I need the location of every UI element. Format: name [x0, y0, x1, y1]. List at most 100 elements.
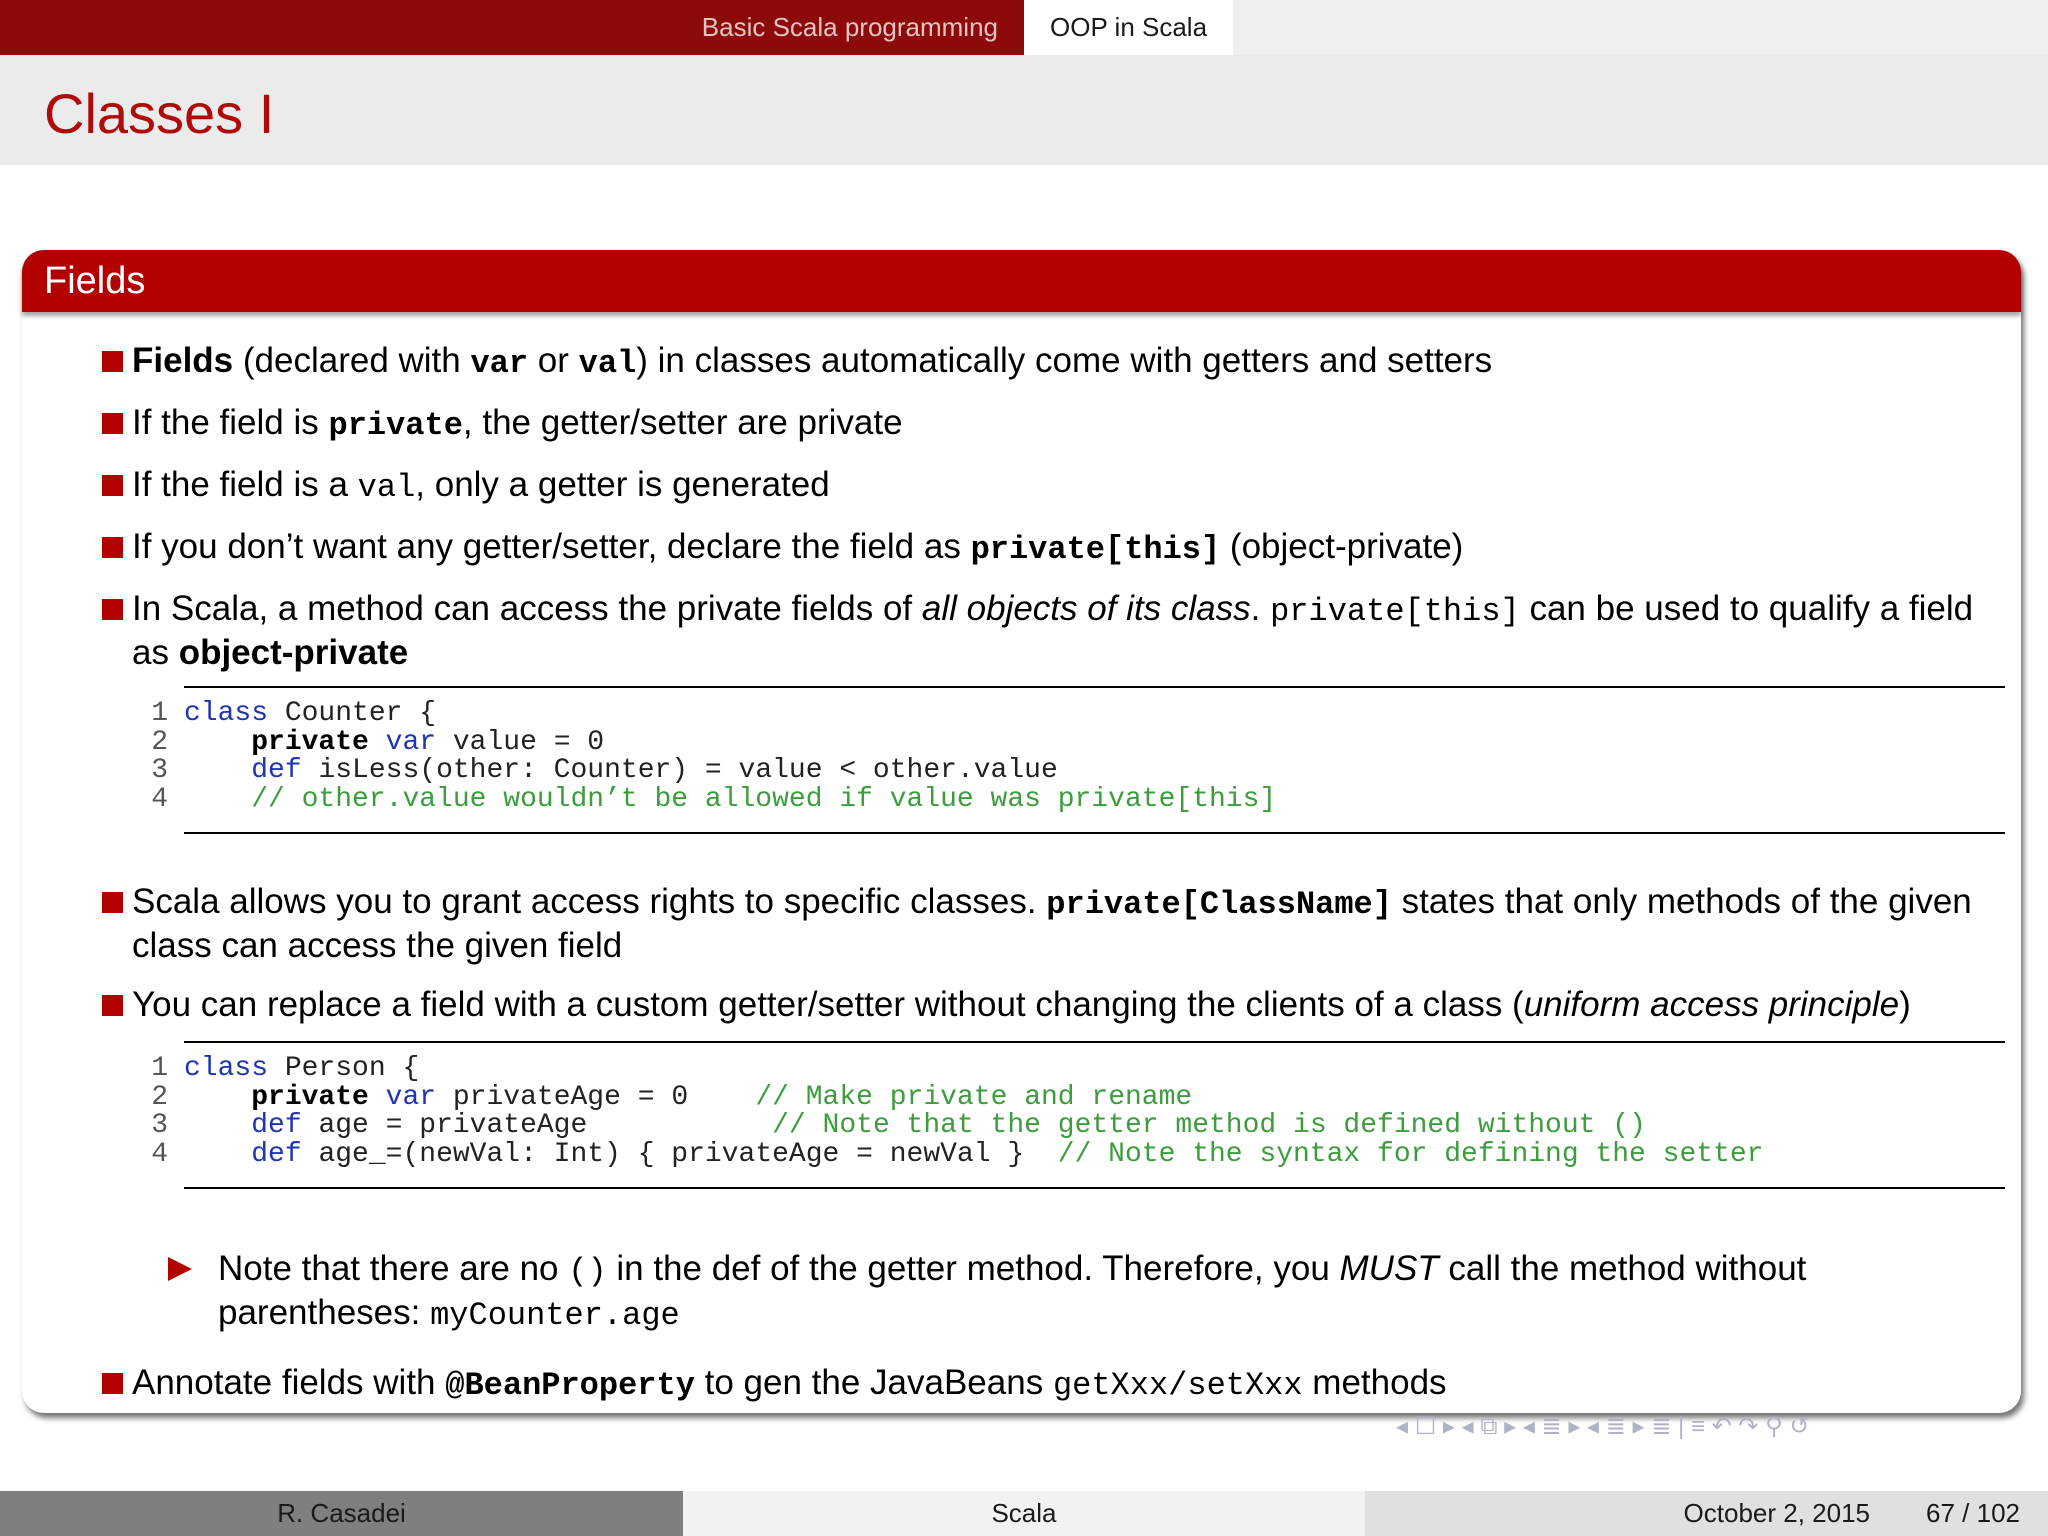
- item-text: Annotate fields with: [132, 1363, 446, 1402]
- frame-title: Classes I: [44, 82, 275, 145]
- item-code: private[this]: [1270, 593, 1520, 630]
- nav-left-panel: Basic Scala programming: [0, 0, 1024, 55]
- item-text: , the getter/setter are private: [462, 403, 903, 442]
- item-text: to gen the JavaBeans: [694, 1363, 1053, 1402]
- nav-section-basic-scala[interactable]: Basic Scala programming: [676, 0, 1024, 55]
- code-listing-counter: 1 class Counter { 2 private var value = 0…: [151, 686, 2005, 834]
- code-keyword: var: [385, 726, 437, 758]
- fields-block: Fields Fields (declared with var or val)…: [22, 250, 2021, 1413]
- footer: R. Casadei Scala October 2, 2015 67 / 10…: [0, 1491, 2048, 1536]
- code-line: 4 // other.value wouldn’t be allowed if …: [151, 783, 2005, 815]
- list-item: Annotate fields with @BeanProperty to ge…: [102, 1362, 2002, 1406]
- item-code: private[ClassName]: [1046, 886, 1392, 923]
- code-text: age_=(newVal: Int) { privateAge = newVal…: [301, 1138, 1058, 1170]
- code-text: Person {: [268, 1053, 420, 1084]
- code-comment: // Note that the getter method is define…: [772, 1110, 1646, 1141]
- item-text: Note that there are no: [218, 1249, 569, 1288]
- code-keyword: def: [251, 1110, 302, 1141]
- footer-date-page: October 2, 2015 67 / 102: [1365, 1491, 2048, 1536]
- item-code: private: [328, 407, 463, 444]
- item-text: Scala allows you to grant access rights …: [132, 882, 1047, 921]
- item-text: methods: [1302, 1363, 1447, 1402]
- item-italic: all objects of its class: [921, 589, 1251, 628]
- list-item: In Scala, a method can access the privat…: [102, 588, 2002, 673]
- section-navigation: Basic Scala programming OOP in Scala: [0, 0, 2048, 55]
- item-code: myCounter.age: [430, 1297, 680, 1334]
- code-text: isLess(other: Counter) = value < other.v…: [301, 755, 1058, 786]
- code-comment: // Make private and rename: [755, 1081, 1193, 1113]
- footer-page-number: 67 / 102: [1926, 1498, 2020, 1528]
- code-line: 2 private var value = 0: [151, 726, 2005, 758]
- code-keyword: var: [385, 1081, 437, 1113]
- item-text: If the field is a: [132, 465, 358, 504]
- bullet-square-icon: [102, 475, 123, 496]
- bullet-square-icon: [102, 351, 123, 372]
- line-number: 4: [151, 1138, 168, 1170]
- line-number: 3: [151, 755, 168, 786]
- bullet-square-icon: [102, 537, 123, 558]
- code-line: 3 def isLess(other: Counter) = value < o…: [151, 755, 2005, 786]
- bullet-square-icon: [102, 995, 123, 1016]
- code-text: value = 0: [436, 726, 605, 758]
- footer-date: October 2, 2015: [1683, 1498, 1871, 1528]
- footer-title: Scala: [683, 1491, 1365, 1536]
- code-line: 4 def age_=(newVal: Int) { privateAge = …: [151, 1138, 2005, 1170]
- footer-author: R. Casadei: [0, 1491, 683, 1536]
- item-code: getXxx/setXxx: [1052, 1367, 1303, 1404]
- code-line: 3 def age = privateAge // Note that the …: [151, 1110, 2005, 1141]
- line-number: 1: [151, 698, 168, 729]
- block-title: Fields: [22, 250, 2021, 312]
- code-listing-person: 1 class Person { 2 private var privateAge…: [151, 1041, 2005, 1189]
- code-text: Counter {: [268, 698, 437, 729]
- code-comment: // other.value wouldn’t be allowed if va…: [251, 783, 1277, 815]
- bullet-square-icon: [102, 892, 123, 913]
- item-text: ): [1899, 985, 1911, 1024]
- code-text: privateAge = 0: [436, 1081, 756, 1113]
- bullet-square-icon: [102, 599, 123, 620]
- item-text: , only a getter is generated: [415, 465, 830, 504]
- list-item: If the field is private, the getter/sett…: [102, 402, 2002, 446]
- item-text: or: [528, 341, 579, 380]
- code-line: 2 private var privateAge = 0 // Make pri…: [151, 1081, 2005, 1113]
- item-code: val: [357, 469, 416, 506]
- code-comment: // Note the syntax for defining the sett…: [1057, 1138, 1764, 1170]
- line-number: 3: [151, 1110, 168, 1141]
- code-keyword: class: [184, 698, 269, 729]
- bullet-square-icon: [102, 413, 123, 434]
- item-italic: uniform access principle: [1523, 985, 1900, 1024]
- nav-right-panel: OOP in Scala: [1024, 0, 2048, 55]
- code-keyword-bold: private: [251, 726, 369, 758]
- item-text: ) in classes automatically come with get…: [636, 341, 1493, 380]
- item-code: val: [578, 345, 637, 382]
- code-line: 1 class Counter {: [151, 698, 2005, 729]
- line-number: 4: [151, 783, 168, 815]
- line-number: 1: [151, 1053, 168, 1084]
- code-line: 1 class Person {: [151, 1053, 2005, 1084]
- code-keyword: def: [251, 755, 302, 786]
- bullet-square-icon: [102, 1373, 123, 1394]
- item-text: in the def of the getter method. Therefo…: [606, 1249, 1340, 1288]
- list-item: If the field is a val, only a getter is …: [102, 464, 2002, 508]
- item-bold: object-private: [178, 633, 409, 672]
- item-text: (declared with: [233, 341, 471, 380]
- item-code: private[this]: [970, 531, 1221, 568]
- item-text: If the field is: [132, 403, 329, 442]
- list-item: Fields (declared with var or val) in cla…: [102, 340, 2002, 384]
- line-number: 2: [151, 726, 168, 758]
- list-item: Scala allows you to grant access rights …: [102, 881, 2002, 966]
- item-text: If you don’t want any getter/setter, dec…: [132, 527, 971, 566]
- nav-section-oop[interactable]: OOP in Scala: [1024, 0, 1234, 55]
- item-text: You can replace a field with a custom ge…: [132, 985, 1524, 1024]
- item-code: var: [470, 345, 529, 382]
- code-keyword: class: [184, 1053, 269, 1084]
- item-text: .: [1250, 589, 1271, 628]
- frame-title-bar: Classes I: [0, 55, 2048, 165]
- triangle-bullet-icon: [168, 1257, 192, 1281]
- line-number: 2: [151, 1081, 168, 1113]
- item-code: @BeanProperty: [445, 1367, 695, 1404]
- list-item: You can replace a field with a custom ge…: [102, 984, 2002, 1025]
- code-keyword-bold: private: [251, 1081, 369, 1113]
- beamer-navigation-icons[interactable]: ◂ ☐ ▸ ◂ ⧉ ▸ ◂ ≣ ▸ ◂ ≣ ▸ ≣ | ≡ ↶ ↷ ⚲ ↺: [1396, 1411, 2036, 1441]
- item-text: (object-private): [1220, 527, 1464, 566]
- list-item: If you don’t want any getter/setter, dec…: [102, 526, 2002, 570]
